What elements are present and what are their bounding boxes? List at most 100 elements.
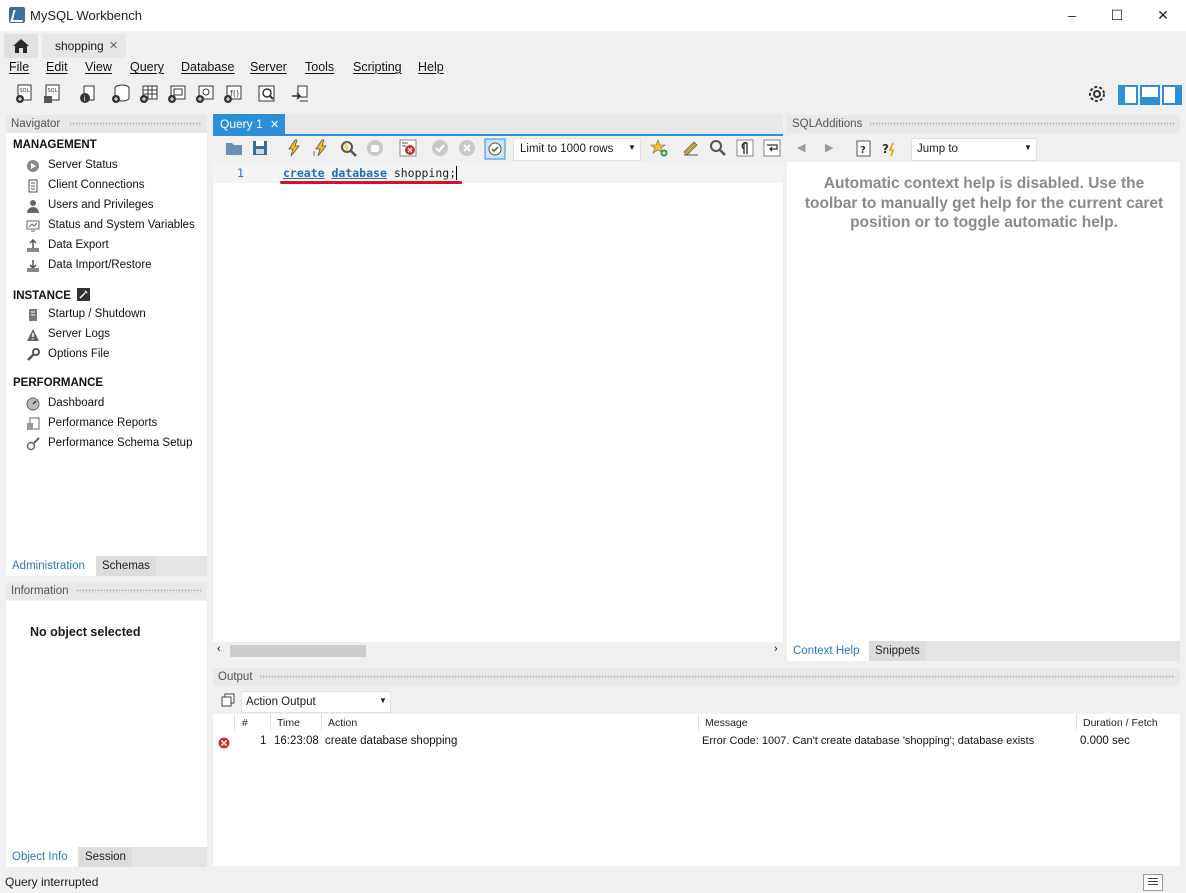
tab-administration[interactable]: Administration [6, 556, 96, 576]
jump-to-select[interactable]: Jump to ▼ [911, 138, 1037, 161]
navigator-title: Navigator [11, 118, 61, 130]
row-action: create database shopping [325, 735, 458, 747]
commit-icon[interactable] [431, 139, 449, 157]
add-snippet-icon[interactable] [650, 139, 668, 157]
menu-scripting[interactable]: Scripting [353, 60, 402, 74]
toggle-sidebar-button[interactable] [1118, 85, 1138, 105]
column-divider[interactable] [1076, 714, 1077, 731]
connection-tab-shopping[interactable]: shopping ✕ [42, 34, 126, 58]
column-header-duration[interactable]: Duration / Fetch [1083, 717, 1158, 729]
create-procedure-icon[interactable] [195, 84, 215, 104]
annotation-underline [280, 181, 462, 184]
toggle-secondary-sidebar-button[interactable] [1162, 85, 1182, 105]
column-header-message[interactable]: Message [705, 717, 748, 729]
menu-tools[interactable]: Tools [305, 60, 334, 74]
execute-current-statement-icon[interactable]: I [312, 139, 330, 157]
inspector-icon[interactable]: i [78, 84, 98, 104]
open-sql-script-icon[interactable]: SQL [42, 84, 62, 104]
save-icon[interactable] [252, 140, 268, 156]
sql-identifier: shopping; [393, 166, 457, 180]
open-file-icon[interactable] [225, 140, 243, 156]
dashboard-icon [26, 397, 40, 411]
menu-edit[interactable]: Edit [46, 60, 68, 74]
output-toggle-icon[interactable] [1143, 874, 1163, 891]
svg-text:f(): f() [230, 89, 239, 98]
navigator-bottom-tabs: Administration Schemas [6, 556, 207, 576]
scrollbar-thumb[interactable] [230, 645, 366, 657]
scroll-right-arrow-icon[interactable]: › [774, 643, 778, 655]
tab-context-help[interactable]: Context Help [787, 641, 869, 661]
column-divider[interactable] [270, 714, 271, 731]
word-wrap-icon[interactable] [763, 139, 781, 157]
create-function-icon[interactable]: f() [223, 84, 243, 104]
nav-label: Status and System Variables [48, 219, 195, 231]
row-message: Error Code: 1007. Can't create database … [702, 735, 1035, 747]
svg-text:SQL: SQL [48, 88, 58, 94]
column-divider[interactable] [698, 714, 699, 731]
menu-query[interactable]: Query [130, 60, 164, 74]
tab-schemas[interactable]: Schemas [96, 556, 156, 576]
stop-icon[interactable] [366, 139, 384, 157]
query-1-tab[interactable]: Query 1 ✕ [213, 114, 285, 134]
menu-help[interactable]: Help [418, 60, 444, 74]
tab-object-info[interactable]: Object Info [6, 847, 78, 867]
minimize-button[interactable]: – [1049, 0, 1095, 31]
home-icon [13, 39, 29, 53]
server-icon [29, 309, 37, 321]
performance-section-title: PERFORMANCE [13, 377, 104, 389]
back-arrow-icon[interactable]: ◀ [797, 141, 805, 154]
column-header-time[interactable]: Time [277, 717, 300, 729]
navigator-header: Navigator [6, 115, 207, 133]
wrench-icon [27, 348, 40, 361]
no-object-selected-text: No object selected [30, 625, 141, 639]
menu-view[interactable]: View [85, 60, 112, 74]
create-table-icon[interactable] [139, 84, 159, 104]
auto-help-icon[interactable]: ? [881, 140, 899, 158]
reconnect-icon[interactable] [290, 84, 310, 104]
toggle-stop-on-error-icon[interactable] [399, 139, 417, 157]
sql-additions-title: SQLAdditions [792, 118, 863, 130]
invisible-characters-icon[interactable] [736, 139, 754, 157]
manual-help-icon[interactable]: ? [855, 140, 873, 158]
status-bar: Query interrupted [0, 870, 1186, 893]
tab-snippets[interactable]: Snippets [869, 641, 926, 661]
svg-text:?: ? [882, 142, 889, 156]
column-divider[interactable] [234, 714, 235, 731]
maximize-button[interactable]: ☐ [1094, 0, 1140, 31]
find-icon[interactable] [709, 139, 727, 157]
explain-icon[interactable] [339, 139, 357, 157]
close-tab-icon[interactable]: ✕ [109, 39, 118, 52]
forward-arrow-icon[interactable]: ▶ [825, 141, 833, 154]
limit-rows-select[interactable]: Limit to 1000 rows ▼ [513, 138, 641, 161]
close-query-tab-icon[interactable]: ✕ [270, 118, 279, 131]
create-schema-icon[interactable] [111, 84, 131, 104]
output-type-select[interactable]: Action Output ▼ [241, 691, 391, 713]
search-table-data-icon[interactable] [257, 84, 277, 104]
menu-database[interactable]: Database [181, 60, 235, 74]
menu-file[interactable]: File [9, 60, 29, 74]
column-header-action[interactable]: Action [328, 717, 357, 729]
gear-icon[interactable] [1088, 85, 1106, 103]
rollback-icon[interactable] [458, 139, 476, 157]
beautify-icon[interactable] [682, 139, 700, 157]
autocommit-toggle-icon[interactable] [484, 138, 506, 160]
jump-to-value: Jump to [917, 143, 958, 155]
information-bottom-tabs: Object Info Session [6, 847, 207, 867]
execute-icon[interactable] [285, 139, 303, 157]
column-divider[interactable] [321, 714, 322, 731]
home-tab[interactable] [4, 34, 38, 58]
tab-session[interactable]: Session [79, 847, 132, 867]
sql-editor[interactable]: 1 create database shopping; [213, 162, 783, 642]
copy-output-icon[interactable] [221, 693, 235, 707]
new-sql-tab-icon[interactable]: SQL [14, 84, 34, 104]
header-grip [869, 122, 1175, 126]
close-window-button[interactable]: ✕ [1140, 0, 1186, 31]
scroll-left-arrow-icon[interactable]: ‹ [217, 643, 221, 655]
create-view-icon[interactable] [167, 84, 187, 104]
column-header-number[interactable]: # [242, 717, 248, 729]
toggle-output-button[interactable] [1140, 85, 1160, 105]
menu-server[interactable]: Server [250, 60, 287, 74]
user-icon [27, 200, 39, 213]
editor-horizontal-scrollbar[interactable]: ‹ › [213, 642, 783, 659]
instance-settings-icon[interactable] [77, 288, 91, 301]
